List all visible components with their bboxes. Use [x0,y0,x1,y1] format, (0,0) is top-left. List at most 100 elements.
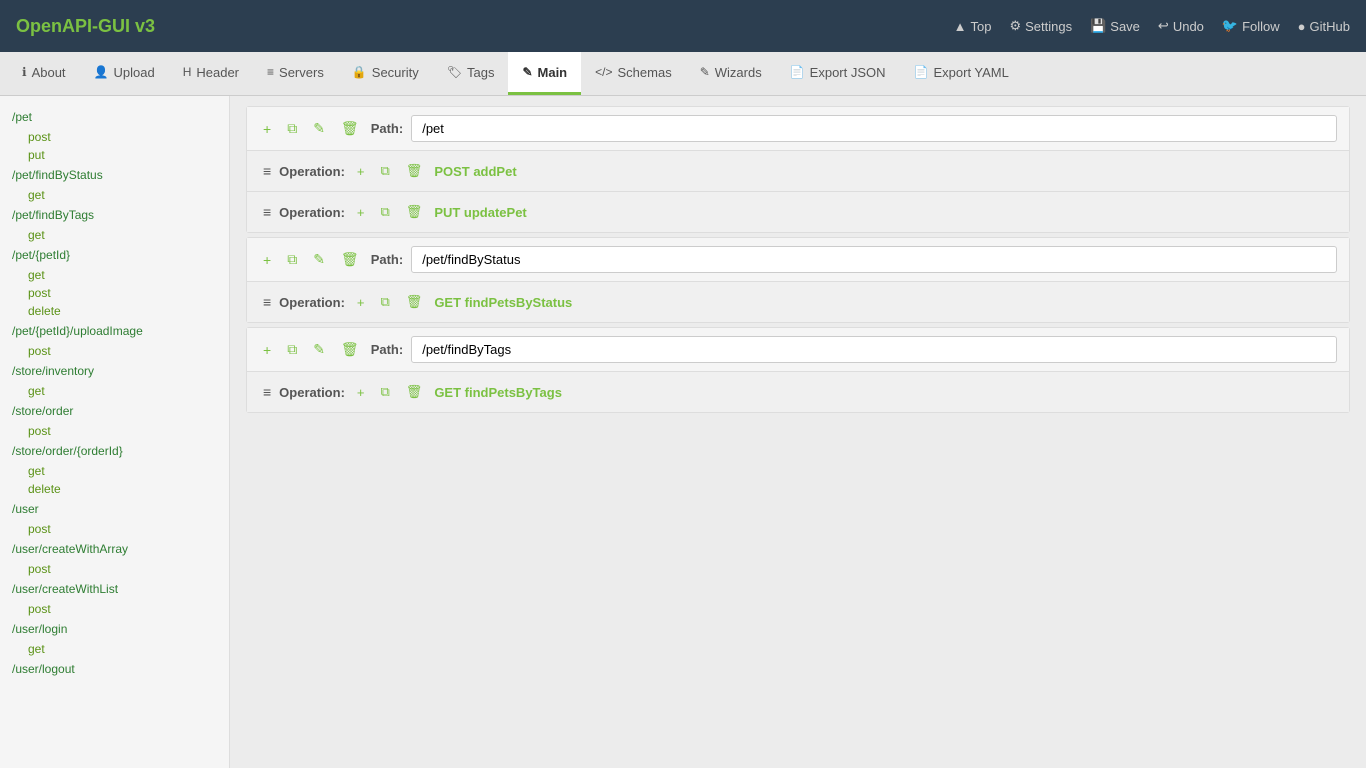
export-yaml-icon: 📄 [914,65,929,79]
copy-operation-button[interactable]: ⧉ [377,382,394,402]
operation-label: Operation: [279,385,345,400]
sidebar-method[interactable]: delete [0,302,229,320]
sidebar-method[interactable]: get [0,640,229,658]
copy-operation-button[interactable]: ⧉ [377,202,394,222]
path-row: +⧉✎🗑Path: [247,238,1349,281]
tab-schemas[interactable]: </> Schemas [581,52,686,95]
tab-wizards[interactable]: ✎ Wizards [686,52,776,95]
add-path-button[interactable]: + [259,250,275,270]
sidebar-path[interactable]: /pet/{petId} [0,244,229,266]
path-input[interactable] [411,115,1337,142]
sidebar-path[interactable]: /store/order [0,400,229,422]
sidebar-path[interactable]: /pet/findByStatus [0,164,229,186]
tab-servers[interactable]: ≡ Servers [253,52,338,95]
export-json-icon: 📄 [790,65,805,79]
app-header: OpenAPI-GUI v3 ▲ Top ⚙ Settings 💾 Save ↩… [0,0,1366,52]
add-operation-button[interactable]: + [353,203,369,222]
sidebar-method[interactable]: post [0,520,229,538]
delete-path-button[interactable]: 🗑 [337,249,363,270]
sidebar-path[interactable]: /store/inventory [0,360,229,382]
edit-path-button[interactable]: ✎ [309,249,329,270]
sidebar-method[interactable]: get [0,226,229,244]
operation-block: ≡Operation:+⧉🗑PUT updatePet [247,191,1349,232]
copy-path-button[interactable]: ⧉ [283,118,301,139]
delete-operation-button[interactable]: 🗑 [402,161,427,181]
sidebar-method[interactable]: get [0,462,229,480]
tab-security[interactable]: 🔒 Security [338,52,433,95]
path-label: Path: [371,342,404,357]
add-operation-button[interactable]: + [353,383,369,402]
tab-export-yaml[interactable]: 📄 Export YAML [900,52,1023,95]
app-logo: OpenAPI-GUI v3 [16,16,954,37]
tab-about[interactable]: ℹ About [8,52,80,95]
menu-icon[interactable]: ≡ [263,384,271,400]
tab-export-json[interactable]: 📄 Export JSON [776,52,900,95]
delete-path-button[interactable]: 🗑 [337,118,363,139]
main-content: +⧉✎🗑Path:≡Operation:+⧉🗑POST addPet≡Opera… [230,96,1366,768]
add-path-button[interactable]: + [259,119,275,139]
sidebar-method[interactable]: post [0,284,229,302]
add-operation-button[interactable]: + [353,293,369,312]
schemas-icon: </> [595,65,612,79]
delete-operation-button[interactable]: 🗑 [402,292,427,312]
path-row: + ⧉ ✎ 🗑 Path: [247,328,1349,371]
sidebar-method[interactable]: post [0,560,229,578]
sidebar-method[interactable]: post [0,422,229,440]
top-nav: ▲ Top ⚙ Settings 💾 Save ↩ Undo 🐦 Follow … [954,18,1350,34]
delete-path-button[interactable]: 🗑 [337,339,363,360]
sidebar-method[interactable]: post [0,342,229,360]
copy-path-button[interactable]: ⧉ [283,339,301,360]
delete-operation-button[interactable]: 🗑 [402,382,427,402]
sidebar-path[interactable]: /user/createWithList [0,578,229,600]
copy-operation-button[interactable]: ⧉ [377,292,394,312]
main-icon: ✎ [522,65,532,79]
upload-icon: 👤 [94,65,109,79]
nav-top[interactable]: ▲ Top [954,19,992,34]
tab-header[interactable]: H Header [169,52,253,95]
sidebar-path[interactable]: /user/logout [0,658,229,680]
main-layout: /petpostput/pet/findByStatusget/pet/find… [0,96,1366,768]
menu-icon[interactable]: ≡ [263,163,271,179]
menu-icon[interactable]: ≡ [263,204,271,220]
sidebar-method[interactable]: delete [0,480,229,498]
delete-operation-button[interactable]: 🗑 [402,202,427,222]
sidebar-path[interactable]: /user [0,498,229,520]
sidebar-method[interactable]: get [0,266,229,284]
sidebar-path[interactable]: /user/createWithArray [0,538,229,560]
sidebar-path[interactable]: /pet/{petId}/uploadImage [0,320,229,342]
sidebar-path[interactable]: /pet/findByTags [0,204,229,226]
sidebar-method[interactable]: put [0,146,229,164]
nav-settings[interactable]: ⚙ Settings [1009,18,1072,34]
menu-icon[interactable]: ≡ [263,294,271,310]
copy-operation-button[interactable]: ⧉ [377,161,394,181]
nav-follow[interactable]: 🐦 Follow [1222,18,1280,34]
tab-main[interactable]: ✎ Main [508,52,581,95]
tab-bar: ℹ About 👤 Upload H Header ≡ Servers 🔒 Se… [0,52,1366,96]
nav-github[interactable]: ● GitHub [1298,19,1350,34]
path-block: +⧉✎🗑Path:≡Operation:+⧉🗑GET findPetsBySta… [246,237,1350,323]
servers-icon: ≡ [267,65,274,79]
nav-undo[interactable]: ↩ Undo [1158,18,1204,34]
add-path-button[interactable]: + [259,340,275,360]
edit-path-button[interactable]: ✎ [309,118,329,139]
wizards-icon: ✎ [700,65,710,79]
copy-path-button[interactable]: ⧉ [283,249,301,270]
sidebar-method[interactable]: get [0,382,229,400]
path-input[interactable] [411,246,1337,273]
operation-name: GET findPetsByStatus [434,295,572,310]
path-row: +⧉✎🗑Path: [247,107,1349,150]
operation-block: ≡Operation:+⧉🗑GET findPetsByTags [247,371,1349,412]
tab-upload[interactable]: 👤 Upload [80,52,169,95]
sidebar-path[interactable]: /user/login [0,618,229,640]
sidebar-path[interactable]: /pet [0,106,229,128]
sidebar-method[interactable]: post [0,128,229,146]
sidebar-method[interactable]: get [0,186,229,204]
tab-tags[interactable]: 🏷 Tags [433,52,509,95]
path-input[interactable] [411,336,1337,363]
sidebar-path[interactable]: /store/order/{orderId} [0,440,229,462]
add-operation-button[interactable]: + [353,162,369,181]
edit-path-button[interactable]: ✎ [309,339,329,360]
sidebar-method[interactable]: post [0,600,229,618]
operation-name: PUT updatePet [434,205,526,220]
nav-save[interactable]: 💾 Save [1090,18,1140,34]
